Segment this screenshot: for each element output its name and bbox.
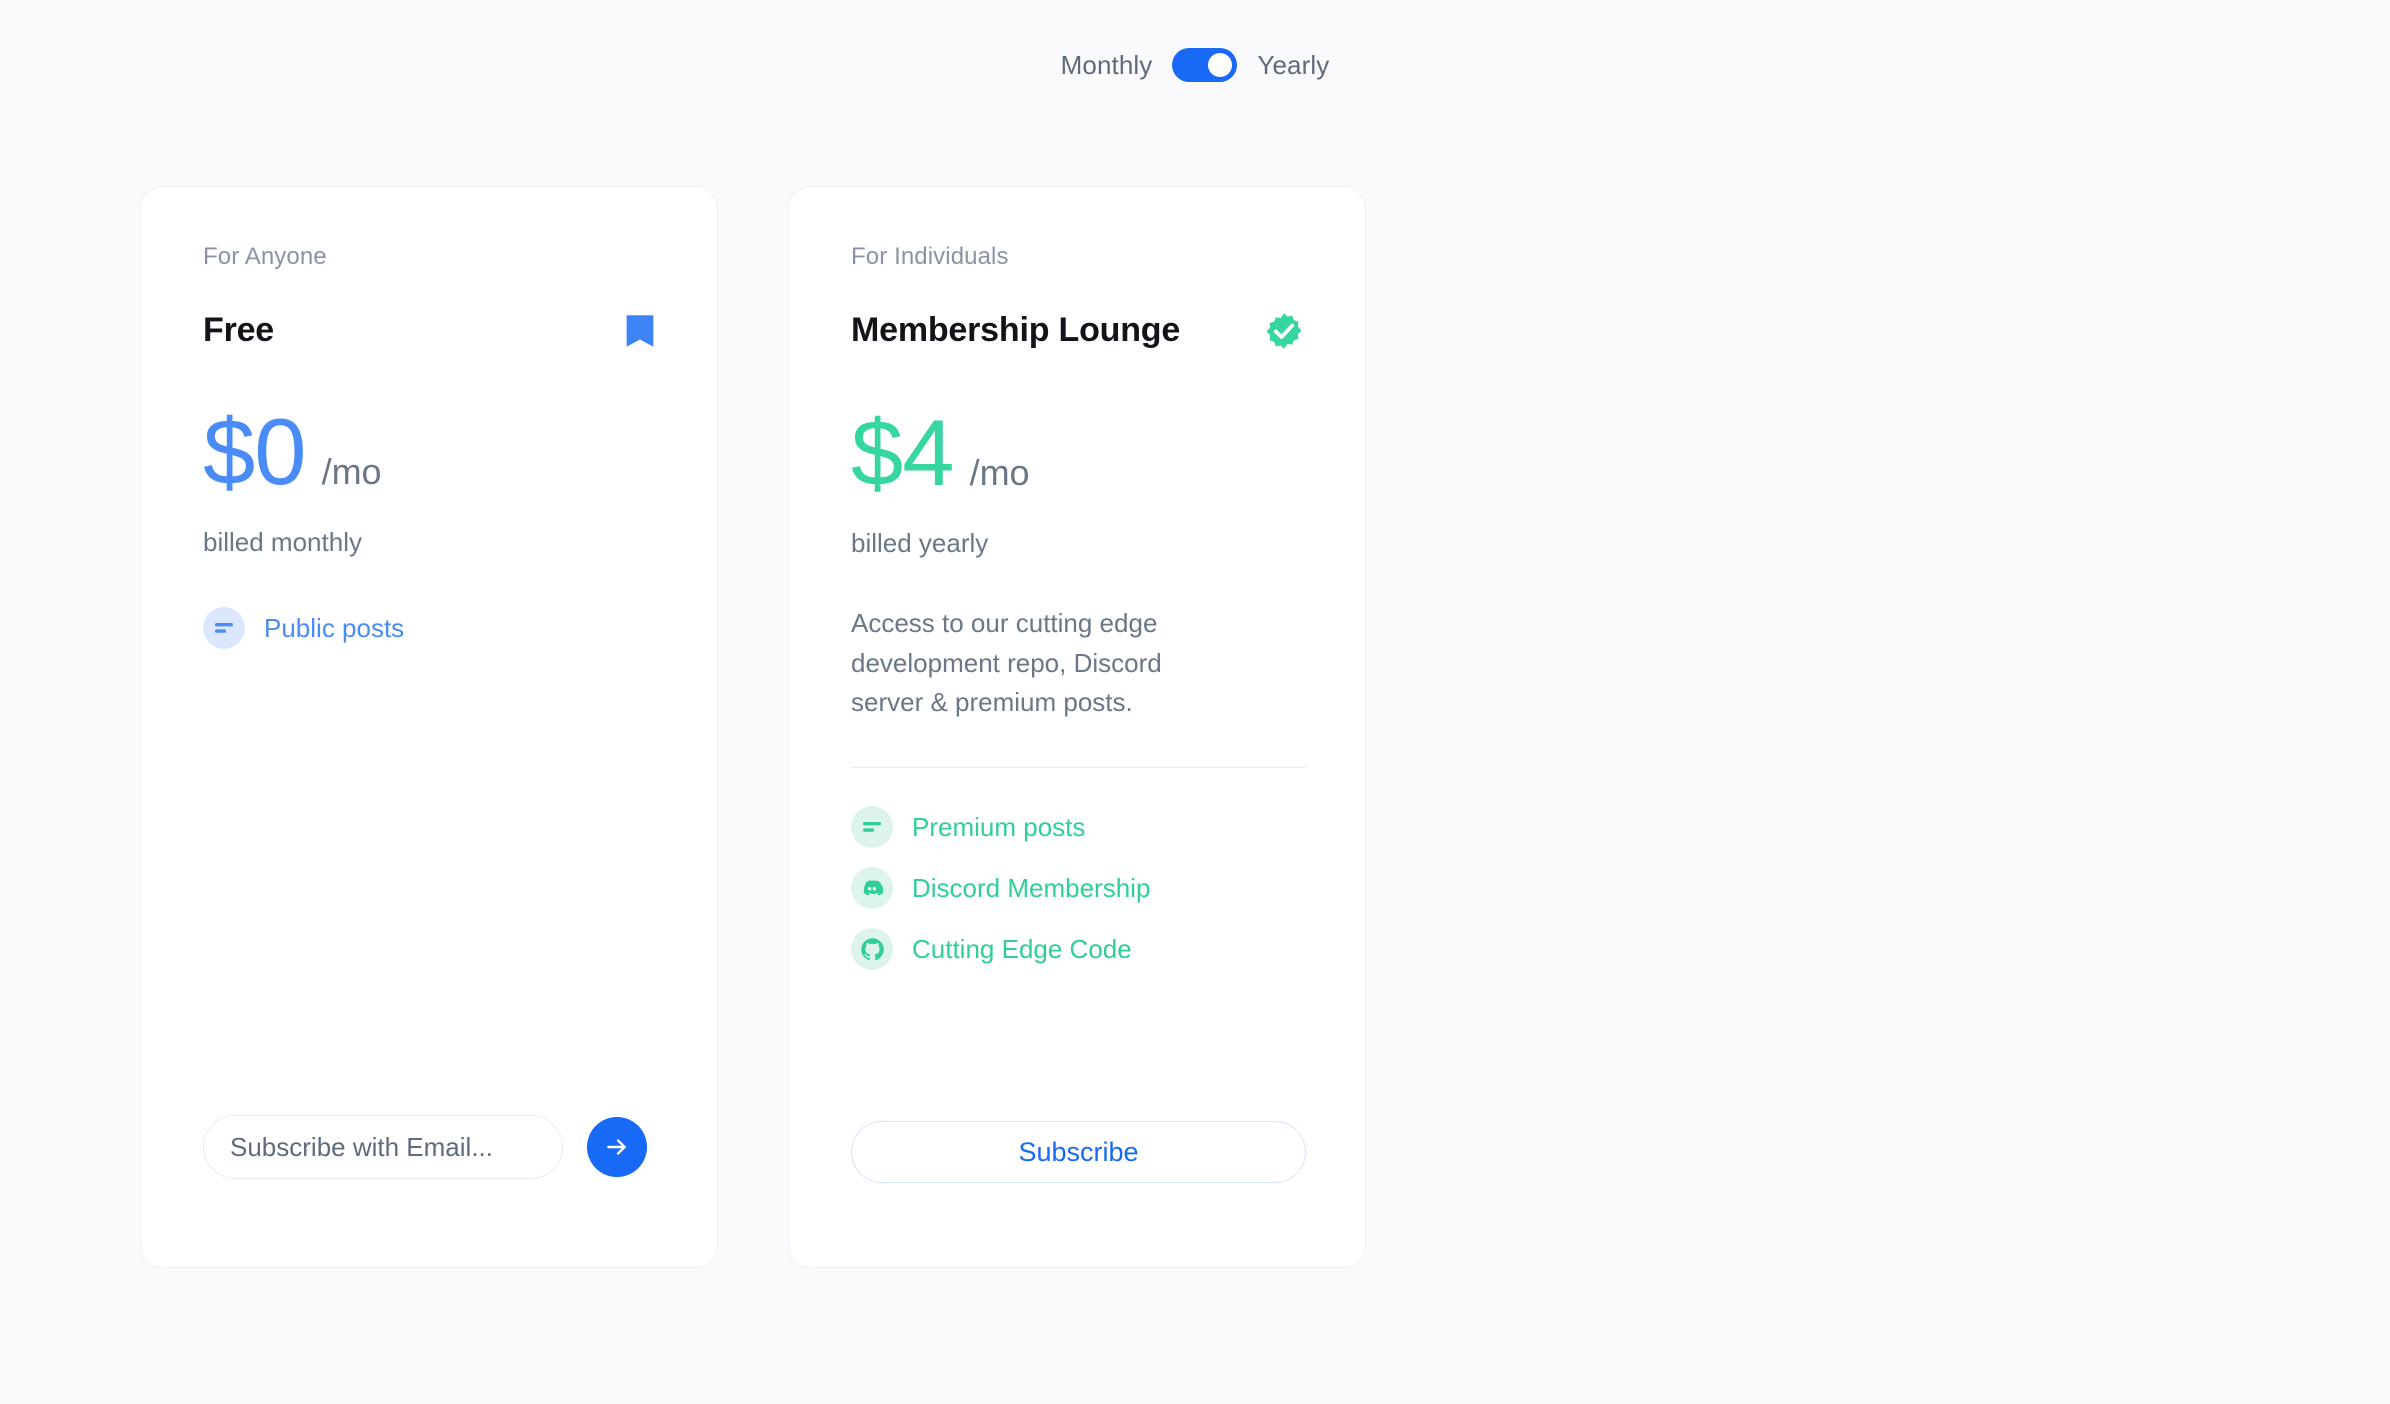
- billing-yearly-label[interactable]: Yearly: [1257, 52, 1329, 78]
- plan-price-row: $0 /mo: [203, 405, 655, 499]
- plan-title-row: Membership Lounge: [851, 311, 1303, 350]
- email-field[interactable]: [203, 1115, 563, 1179]
- plan-price-period: /mo: [969, 452, 1030, 493]
- feature-row[interactable]: Discord Membership: [851, 867, 1303, 910]
- subscribe-button[interactable]: Subscribe: [851, 1121, 1306, 1183]
- plan-eyebrow: For Individuals: [851, 243, 1009, 270]
- plan-price-amount: $4: [851, 400, 955, 505]
- pricing-page: Monthly Yearly For Anyone Free $0 /mo bi…: [0, 0, 2390, 1404]
- plan-price-row: $4 /mo: [851, 406, 1303, 500]
- email-submit-button[interactable]: [587, 1117, 647, 1177]
- posts-icon: [851, 806, 893, 849]
- feature-label: Public posts: [264, 613, 405, 644]
- plan-price-period: /mo: [321, 451, 382, 493]
- feature-row[interactable]: Cutting Edge Code: [851, 928, 1303, 971]
- email-subscribe-row: [203, 1115, 647, 1179]
- pricing-card-free: For Anyone Free $0 /mo billed monthly Pu…: [140, 186, 718, 1268]
- feature-label: Discord Membership: [912, 873, 1151, 904]
- discord-icon: [851, 867, 893, 910]
- billing-period-toggle[interactable]: [1172, 48, 1238, 82]
- billing-monthly-label[interactable]: Monthly: [1061, 52, 1153, 78]
- bookmark-icon: [625, 314, 655, 348]
- feature-label: Cutting Edge Code: [912, 934, 1132, 965]
- feature-row[interactable]: Public posts: [203, 607, 655, 650]
- billing-period-toggle-group: Monthly Yearly: [0, 48, 2390, 82]
- feature-label: Premium posts: [912, 812, 1086, 843]
- plan-title: Free: [203, 311, 275, 349]
- plan-description: Access to our cutting edge development r…: [851, 608, 1162, 718]
- verified-badge-icon: [1265, 312, 1303, 350]
- plan-billing-note: billed yearly: [851, 528, 989, 558]
- plan-title: Membership Lounge: [851, 311, 1181, 350]
- plan-feature-list: Public posts: [203, 607, 655, 650]
- pricing-card-list: For Anyone Free $0 /mo billed monthly Pu…: [140, 186, 1366, 1268]
- plan-eyebrow: For Anyone: [203, 243, 327, 270]
- github-icon: [851, 928, 893, 971]
- pricing-card-membership-lounge: For Individuals Membership Lounge $4 /mo…: [788, 186, 1366, 1268]
- toggle-knob: [1208, 53, 1233, 77]
- plan-billing-note: billed monthly: [203, 527, 362, 558]
- feature-row[interactable]: Premium posts: [851, 806, 1303, 849]
- posts-icon: [203, 607, 245, 650]
- plan-title-row: Free: [203, 311, 655, 349]
- section-divider: [851, 766, 1306, 769]
- plan-feature-list: Premium posts Discord Membership Cutting…: [851, 806, 1303, 971]
- arrow-right-icon: [604, 1134, 630, 1160]
- plan-price-amount: $0: [203, 399, 307, 505]
